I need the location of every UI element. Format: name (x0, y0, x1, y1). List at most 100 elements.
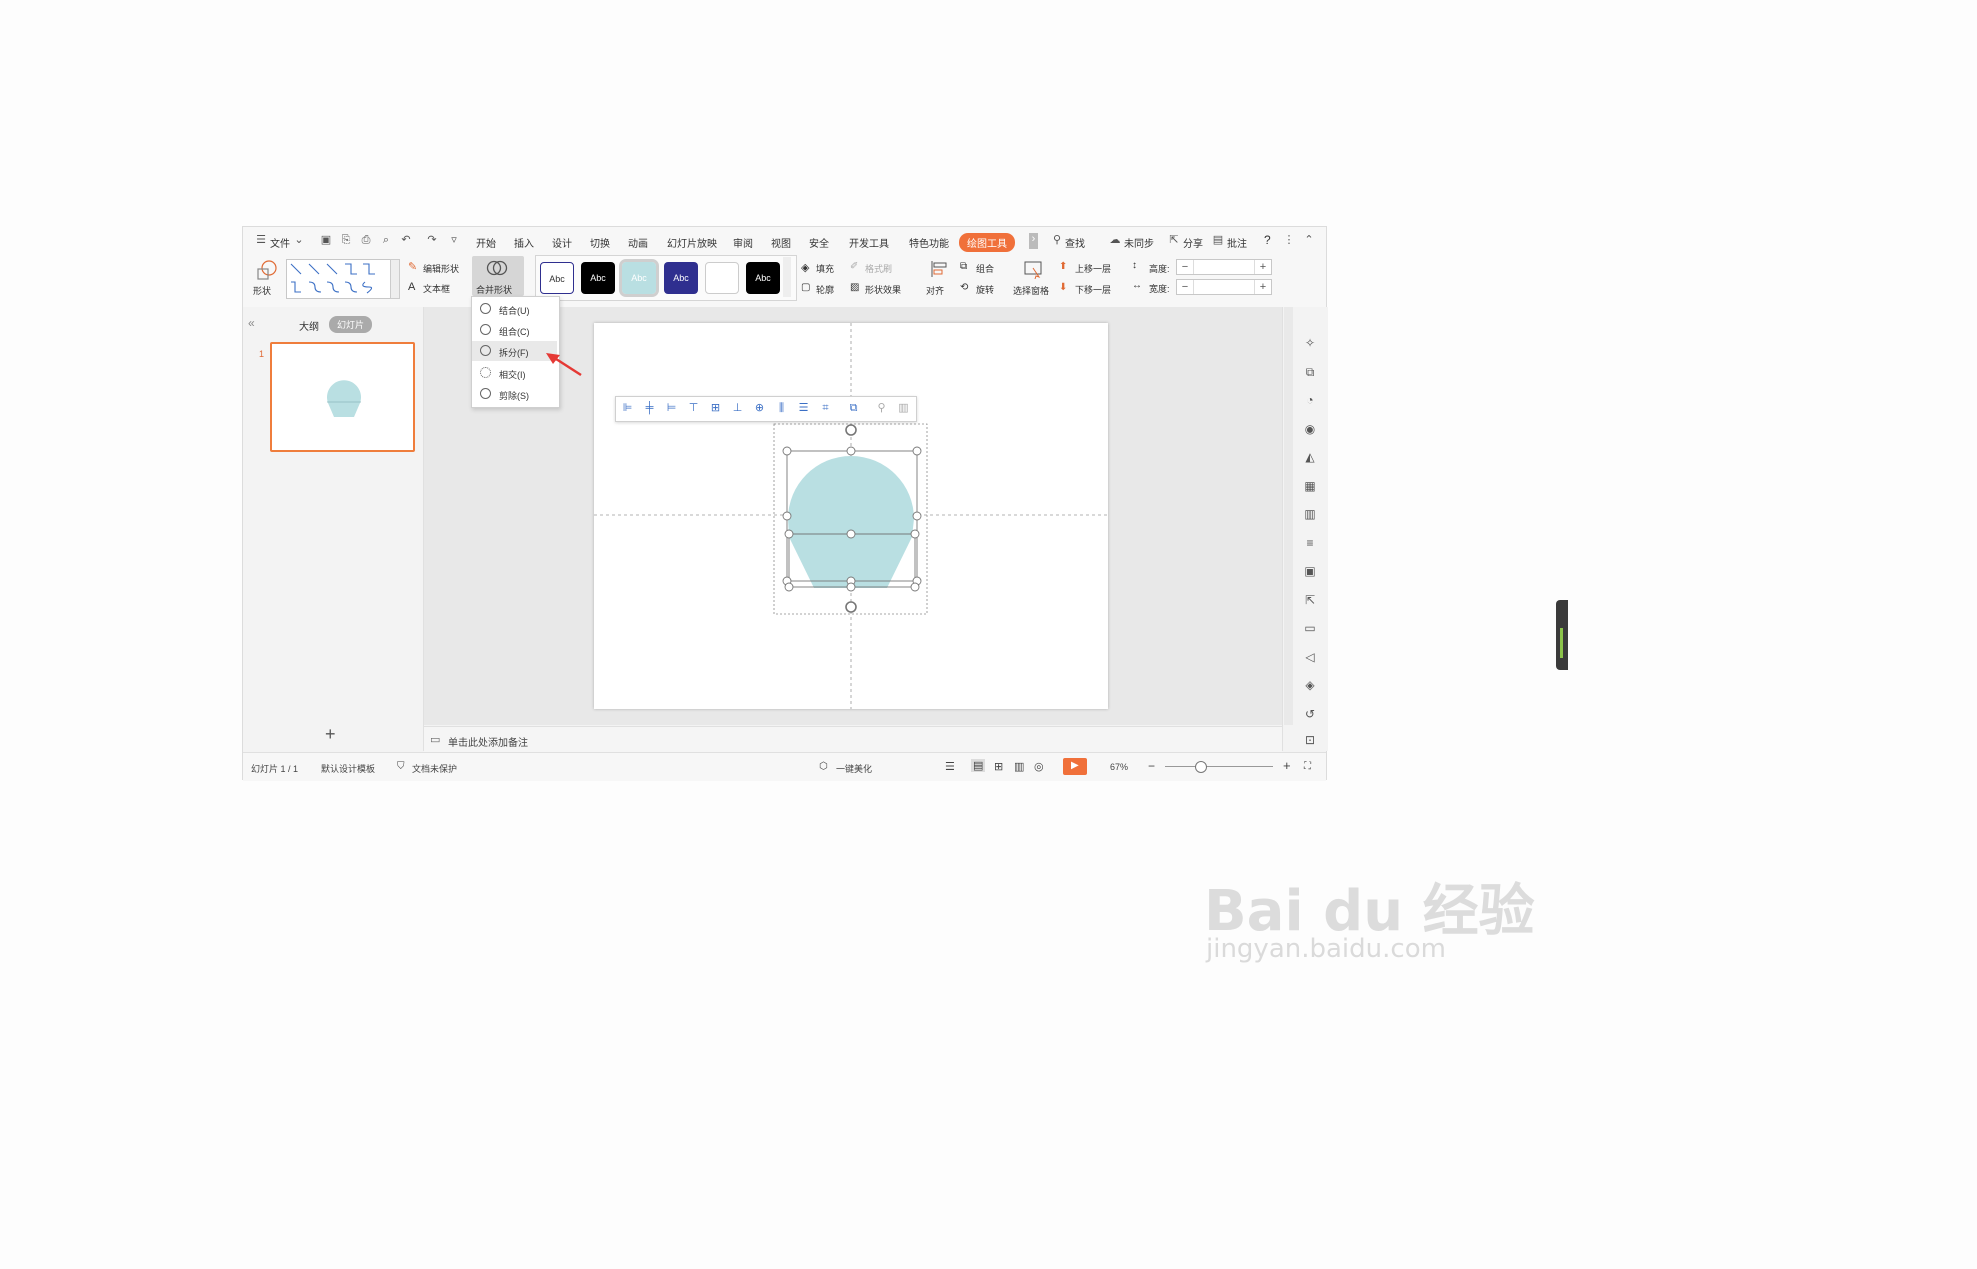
sorter-view-icon[interactable]: ⊞ (994, 760, 1003, 773)
cloud-icon[interactable]: ☁ (1109, 234, 1121, 246)
normal-view-icon[interactable]: ▤ (971, 759, 986, 772)
slide-canvas[interactable] (594, 323, 1108, 709)
align-center-icon[interactable]: ╪ (643, 402, 656, 415)
audio-icon[interactable]: ◁ (1303, 650, 1317, 664)
redo-icon[interactable]: ↷ (426, 234, 438, 246)
tab-features[interactable]: 特色功能 (909, 235, 949, 250)
shape-effect-button[interactable]: 形状效果 (865, 283, 901, 296)
hamburger-icon[interactable]: ☰ (255, 234, 267, 246)
tab-developer[interactable]: 开发工具 (849, 235, 889, 250)
fill-icon[interactable]: ◈ (801, 261, 809, 274)
align-icon[interactable] (929, 259, 949, 279)
menu-item-subtract[interactable]: 剪除(S) (472, 384, 557, 404)
tab-design[interactable]: 设计 (552, 235, 572, 250)
merge-shape-button[interactable]: 合并形状 (472, 256, 524, 296)
location-icon[interactable]: ◉ (1303, 422, 1317, 436)
menu-item-union[interactable]: 结合(U) (472, 299, 557, 319)
fill-button[interactable]: 填充 (816, 262, 834, 275)
selection-pane-button[interactable]: 选择窗格 (1013, 284, 1049, 297)
zoom-out-button[interactable]: − (1148, 759, 1155, 773)
search-button[interactable]: 查找 (1065, 235, 1085, 250)
align-right-icon[interactable]: ⊨ (665, 402, 678, 415)
textbox-icon[interactable]: A (408, 281, 415, 293)
tab-slides[interactable]: 幻灯片 (329, 316, 373, 333)
chevron-down-icon[interactable]: ⌄ (293, 234, 305, 246)
chart-icon[interactable]: ▥ (1303, 507, 1317, 521)
edit-shape-icon[interactable]: ✎ (408, 260, 417, 273)
help-button[interactable]: ? (1264, 233, 1271, 247)
tab-insert[interactable]: 插入 (514, 235, 534, 250)
rotate-button[interactable]: 旋转 (976, 283, 994, 296)
align-both-center-icon[interactable]: ⊕ (753, 402, 766, 415)
rotate-icon[interactable]: ⟲ (960, 282, 968, 293)
style-outline[interactable]: Abc (540, 262, 574, 294)
tab-security[interactable]: 安全 (809, 235, 829, 250)
style-black-2[interactable]: Abc (746, 262, 780, 294)
expand-icon[interactable]: ⊡ (1303, 733, 1317, 747)
send-backward-icon[interactable]: ⬇ (1059, 282, 1067, 293)
tab-slideshow[interactable]: 幻灯片放映 (667, 235, 717, 250)
notes-bar[interactable]: ▭ 单击此处添加备注 (424, 726, 1282, 752)
history-icon[interactable]: ↺ (1303, 707, 1317, 721)
bring-forward-button[interactable]: 上移一层 (1075, 262, 1111, 275)
selection-pane-icon[interactable] (1023, 259, 1043, 279)
design-template[interactable]: 默认设计模板 (321, 762, 375, 775)
slide-thumbnail[interactable] (270, 342, 415, 452)
bring-forward-icon[interactable]: ⬆ (1059, 261, 1067, 272)
comment-icon[interactable]: ▤ (1212, 234, 1224, 246)
beautify-button[interactable]: 一键美化 (836, 762, 872, 775)
settings-sliders-icon[interactable]: ≡ (1303, 536, 1317, 550)
width-increase[interactable]: + (1254, 280, 1271, 294)
zoom-slider[interactable] (1165, 766, 1273, 767)
share-button[interactable]: 分享 (1183, 235, 1203, 250)
group-button[interactable]: 组合 (976, 262, 994, 275)
group-objects-icon[interactable]: ⧉ (847, 402, 860, 415)
menu-item-combine[interactable]: 组合(C) (472, 320, 557, 340)
export-panel-icon[interactable]: ⇱ (1303, 593, 1317, 607)
tab-view[interactable]: 视图 (771, 235, 791, 250)
print-preview-icon[interactable]: ⌕ (380, 234, 392, 246)
tab-start[interactable]: 开始 (476, 235, 496, 250)
reading-view-icon[interactable]: ▥ (1014, 760, 1024, 773)
add-slide-button[interactable]: + (325, 724, 336, 745)
tab-drawing-tools[interactable]: 绘图工具 (959, 233, 1015, 252)
notes-view-icon[interactable]: ☰ (945, 760, 955, 773)
crop-icon[interactable]: ⌗ (819, 402, 832, 415)
grid-icon[interactable]: ▦ (1303, 479, 1317, 493)
print-icon[interactable]: ⎙ (360, 234, 372, 246)
width-field[interactable]: − + (1176, 279, 1272, 295)
distribute-horizontal-icon[interactable]: ⫼ (775, 402, 788, 415)
export-icon[interactable]: ⎘ (340, 234, 352, 246)
edge-handle[interactable] (1556, 600, 1568, 670)
align-button[interactable]: 对齐 (926, 284, 944, 297)
align-bottom-icon[interactable]: ⊥ (731, 402, 744, 415)
collapse-ribbon-icon[interactable]: ⌃ (1303, 234, 1315, 246)
collapse-panel-icon[interactable]: « (248, 316, 255, 330)
magic-icon[interactable]: ✧ (1303, 336, 1317, 350)
style-white[interactable] (705, 262, 739, 294)
align-middle-icon[interactable]: ⊞ (709, 402, 722, 415)
save-icon[interactable]: ▣ (320, 234, 332, 246)
edit-shape-button[interactable]: 编辑形状 (423, 262, 459, 275)
play-button[interactable]: ▶ (1063, 758, 1087, 775)
file-menu[interactable]: 文件 (270, 235, 290, 250)
sync-status[interactable]: 未同步 (1124, 235, 1154, 250)
archive-icon[interactable]: ▭ (1303, 621, 1317, 635)
style-black[interactable]: Abc (581, 262, 615, 294)
customize-icon[interactable]: ▿ (448, 234, 460, 246)
zoom-level[interactable]: 67% (1110, 762, 1128, 772)
layers-icon[interactable]: ⧉ (1303, 365, 1317, 379)
line-gallery[interactable] (286, 259, 392, 299)
textbox-button[interactable]: 文本框 (423, 282, 450, 295)
presenter-view-icon[interactable]: ◎ (1034, 760, 1044, 773)
zoom-in-button[interactable]: + (1283, 758, 1291, 773)
fill-panel-icon[interactable]: ◭ (1303, 450, 1317, 464)
fit-window-icon[interactable]: ⛶ (1304, 761, 1311, 772)
protection-status[interactable]: 文档未保护 (412, 762, 457, 775)
align-top-icon[interactable]: ⊤ (687, 402, 700, 415)
outline-icon[interactable]: ▢ (801, 282, 810, 293)
style-dark-blue[interactable]: Abc (664, 262, 698, 294)
send-backward-button[interactable]: 下移一层 (1075, 283, 1111, 296)
shapes-icon[interactable] (255, 259, 279, 281)
outline-button[interactable]: 轮廓 (816, 283, 834, 296)
